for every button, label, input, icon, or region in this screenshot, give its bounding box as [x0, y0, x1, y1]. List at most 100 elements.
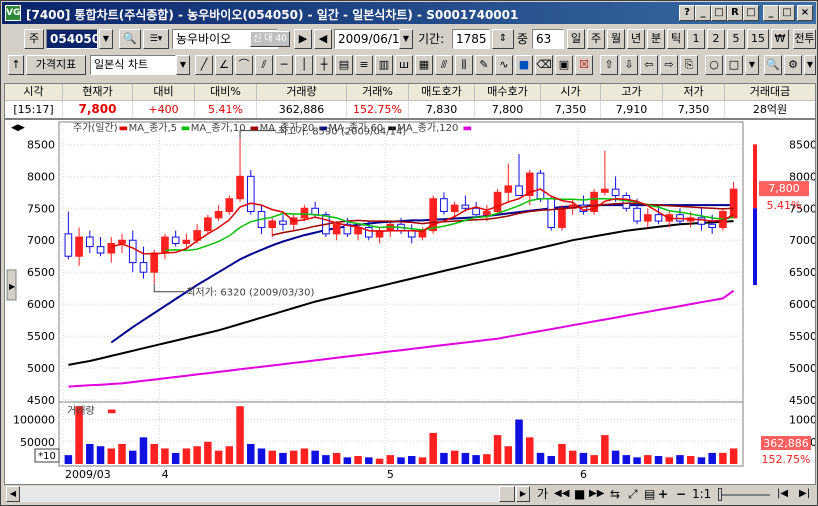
scroll-left-button[interactable]: ◀ [6, 486, 20, 502]
volume-bar-29 [375, 458, 384, 464]
fan-icon[interactable]: ⫽ [255, 55, 273, 75]
maximize-button[interactable]: □ [779, 5, 795, 21]
interval-year[interactable]: 년 [627, 29, 645, 49]
overlap-input[interactable]: 63 [532, 29, 564, 49]
search-icon[interactable]: 🔍 [119, 29, 141, 49]
wave-icon[interactable]: ∿ [495, 55, 513, 75]
scroll-right-button[interactable]: ▶ [516, 486, 530, 502]
chart-panel[interactable]: 4500 4500 5000 5000 5500 5500 6000 6000 6500 6500… [4, 119, 818, 485]
text-tool-icon[interactable]: 가 [537, 484, 548, 504]
chart-type-dropdown[interactable]: ▼ [176, 55, 190, 75]
circle-icon[interactable]: ○ [705, 55, 723, 75]
eraser-icon[interactable]: ⌫ [535, 55, 553, 75]
close-button[interactable]: × [797, 5, 813, 21]
frame-icon[interactable]: ▣ [555, 55, 573, 75]
title-bar[interactable]: VG [7400] 통합차트(주식종합) - 농우바이오(054050) - 일… [2, 2, 816, 24]
stock-code-input[interactable]: 054050 [46, 29, 98, 49]
zoom-in-icon[interactable]: + [658, 484, 668, 504]
palette-icon[interactable]: ■ [515, 55, 533, 75]
interval-minute[interactable]: 분 [647, 29, 665, 49]
grid-icon[interactable]: ▤ [335, 55, 353, 75]
candle-body-23 [311, 207, 319, 216]
period-spinner[interactable]: ⇕ [492, 29, 514, 49]
fast-forward-icon[interactable]: ▶▶ [589, 484, 604, 504]
minimize-inner-button[interactable]: _ [695, 5, 711, 21]
interval-1[interactable]: 1 [687, 29, 705, 49]
first-page-icon[interactable]: |◀ [777, 484, 788, 504]
date-dropdown-button[interactable]: ▼ [399, 29, 413, 49]
settings-icon[interactable]: ⚙ [784, 55, 802, 75]
help-button[interactable]: ? [679, 5, 695, 21]
lines-icon[interactable]: ▥ [375, 55, 393, 75]
fibo-icon[interactable]: ≡ [355, 55, 373, 75]
restore-inner-button[interactable]: □ [711, 5, 727, 21]
mini-chart-icon[interactable]: ▤ [644, 484, 655, 504]
indicator-button[interactable]: 가격지표 [26, 55, 86, 75]
hline-icon[interactable]: ─ [275, 55, 293, 75]
pen-icon[interactable]: ✎ [475, 55, 493, 75]
r-button[interactable]: R [727, 5, 743, 21]
last-page-icon[interactable]: ▶| [799, 484, 810, 504]
trendline-icon[interactable]: ╱ [195, 55, 213, 75]
quote-header-time: 시각 [5, 84, 63, 101]
current-volume-label: 362,886 [763, 437, 809, 450]
code-dropdown-button[interactable]: ▼ [99, 29, 113, 49]
minimize-button[interactable]: _ [763, 5, 779, 21]
stop-icon[interactable]: ■ [574, 484, 585, 504]
more-dropdown[interactable]: ▼ [804, 55, 816, 75]
app-icon[interactable]: VG [5, 5, 21, 21]
interval-2[interactable]: 2 [707, 29, 725, 49]
y-tick-right-5500: 5500 [789, 330, 815, 343]
copy-icon[interactable]: ⎘ [680, 55, 698, 75]
period-input[interactable]: 1785 [452, 29, 490, 49]
price-chart[interactable]: 4500 45005000 50005500 55006000 60006500 6500… [5, 120, 818, 484]
scrollbar-track[interactable] [20, 486, 516, 502]
arc-icon[interactable]: ⌒ [235, 55, 253, 75]
scrollbar-thumb[interactable] [499, 486, 515, 502]
currency-button[interactable]: ₩ [771, 29, 789, 49]
channel-icon[interactable]: ⫼ [455, 55, 473, 75]
rewind-icon[interactable]: ◀◀ [554, 484, 569, 504]
vline-icon[interactable]: │ [295, 55, 313, 75]
price-pane [58, 121, 744, 403]
vol-tick-right-100000: 100000 [789, 414, 815, 427]
zoom-icon[interactable]: 🔍 [764, 55, 782, 75]
volume-bar-50 [601, 435, 609, 464]
arrow-up-icon[interactable]: ↑ [8, 55, 24, 75]
prev-button[interactable]: ◀ [314, 29, 332, 49]
interval-month[interactable]: 월 [607, 29, 625, 49]
period-icon[interactable]: ш [395, 55, 413, 75]
y-tick-left-7500: 7500 [27, 202, 55, 215]
interval-5[interactable]: 5 [727, 29, 745, 49]
delete-icon[interactable]: ☒ [575, 55, 593, 75]
shape-dropdown[interactable]: ▼ [745, 55, 759, 75]
rect-icon[interactable]: □ [725, 55, 743, 75]
candle-body-5 [118, 239, 126, 244]
move-up-icon[interactable]: ⇧ [600, 55, 618, 75]
cross-icon[interactable]: ┼ [315, 55, 333, 75]
interval-week[interactable]: 주 [587, 29, 605, 49]
angle-icon[interactable]: ∠ [215, 55, 233, 75]
chart-type-select[interactable]: 일본식 차트 [90, 55, 176, 75]
right-menu-button[interactable]: 전투 [793, 29, 816, 49]
candle-body-16 [236, 175, 244, 200]
interval-tick[interactable]: 틱 [667, 29, 685, 49]
interval-day[interactable]: 일 [567, 29, 585, 49]
parallel-icon[interactable]: ⫻ [435, 55, 453, 75]
zoom-slider-track[interactable] [718, 494, 770, 496]
next-button[interactable]: ▶ [294, 29, 312, 49]
fit-icon[interactable]: ⤢ [628, 484, 638, 504]
zoom-slider-handle[interactable] [718, 488, 722, 501]
volume-bar-18 [257, 448, 266, 464]
move-right-icon[interactable]: ⇨ [660, 55, 678, 75]
move-down-icon[interactable]: ⇩ [620, 55, 638, 75]
volume-bar-6 [128, 450, 137, 464]
move-left-icon[interactable]: ⇦ [640, 55, 658, 75]
market-button[interactable]: 주 [24, 29, 44, 49]
columns-icon[interactable]: ▦ [415, 55, 433, 75]
config-button[interactable]: □ [743, 5, 759, 21]
interval-15[interactable]: 15 [747, 29, 769, 49]
zoom-out-icon[interactable]: − [676, 484, 686, 504]
scale-icon[interactable]: ⇆ [610, 484, 620, 504]
list-icon[interactable]: ☰▾ [143, 29, 169, 49]
